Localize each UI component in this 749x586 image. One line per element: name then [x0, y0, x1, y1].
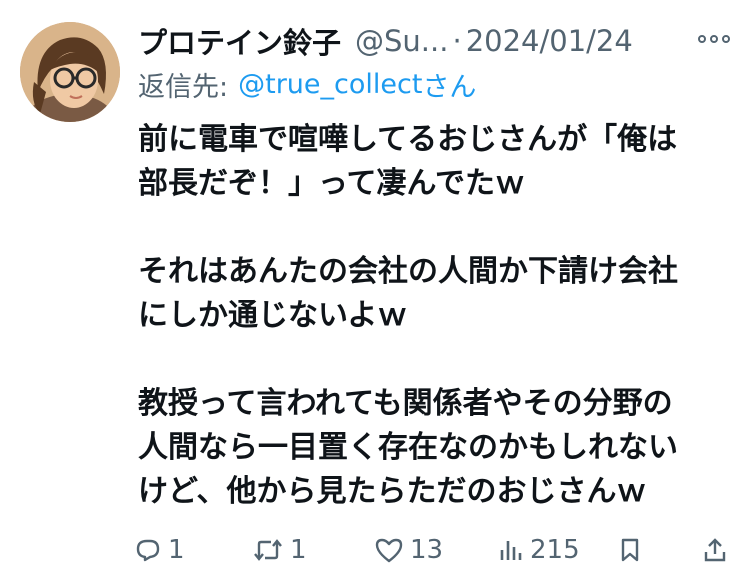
tweet-body-line: けど、他から見たらただのおじさんｗ	[138, 474, 647, 509]
tweet-body-line: それはあんたの会社の人間か下請け会社	[138, 254, 678, 289]
avatar[interactable]	[20, 22, 120, 122]
reply-icon	[134, 536, 162, 564]
views-icon	[498, 536, 524, 564]
reply-button[interactable]: 1	[134, 526, 185, 574]
share-icon	[702, 536, 728, 564]
like-icon	[374, 536, 404, 564]
reply-prefix: 返信先:	[138, 71, 229, 103]
retweet-icon	[252, 536, 284, 564]
like-count: 13	[410, 535, 444, 565]
tweet-body-line: 部長だぞ！」って凄んでたｗ	[138, 166, 525, 201]
views-count: 215	[530, 535, 580, 565]
tweet-body-line: 教授って言われても関係者やその分野の	[138, 386, 673, 421]
tweet: プロテイン鈴子 @Su... · 2024/01/24 返信先: @true_c…	[0, 0, 749, 586]
like-button[interactable]: 13	[374, 526, 443, 574]
avatar-icon	[20, 22, 120, 122]
tweet-body-line: 前に電車で喧嘩してるおじさんが「俺は	[138, 122, 678, 157]
tweet-body: 前に電車で喧嘩してるおじさんが「俺は 部長だぞ！」って凄んでたｗ それはあんたの…	[138, 118, 728, 514]
tweet-body-gap	[138, 338, 728, 382]
retweet-count: 1	[290, 535, 307, 565]
action-bar: 1 1 13 215	[134, 526, 740, 574]
tweet-body-line: 人間なら一目置く存在なのかもしれない	[138, 430, 678, 465]
bookmark-button[interactable]	[618, 526, 642, 574]
reply-suffix: さん	[422, 71, 477, 103]
author-handle[interactable]: @Su...	[355, 24, 448, 58]
tweet-header: プロテイン鈴子 @Su... · 2024/01/24	[138, 18, 738, 64]
retweet-button[interactable]: 1	[252, 526, 307, 574]
tweet-date[interactable]: 2024/01/24	[466, 24, 633, 58]
share-button[interactable]	[702, 526, 728, 574]
reply-context: 返信先: @true_collect さん	[138, 64, 476, 104]
separator-dot: ·	[452, 24, 462, 58]
bookmark-icon	[618, 536, 642, 564]
more-button[interactable]	[694, 22, 734, 56]
more-icon	[698, 35, 730, 43]
views-button[interactable]: 215	[498, 526, 580, 574]
reply-target-link[interactable]: @true_collect	[238, 69, 422, 100]
author-display-name[interactable]: プロテイン鈴子	[138, 20, 341, 62]
tweet-body-gap	[138, 206, 728, 250]
tweet-body-line: にしか通じないよｗ	[138, 298, 408, 333]
reply-count: 1	[168, 535, 185, 565]
